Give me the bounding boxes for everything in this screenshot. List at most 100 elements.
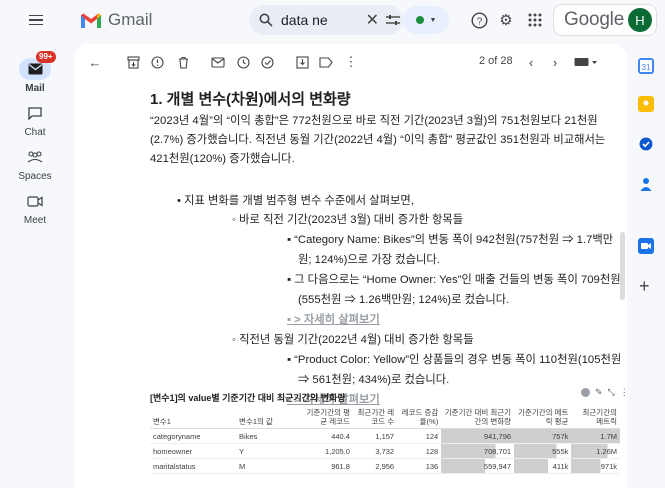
report-spam-icon[interactable] (147, 52, 167, 72)
active-status-dot (415, 16, 424, 24)
more-vertical-icon[interactable]: ⋮ (341, 52, 361, 72)
table-header-row: 변수1 변수1의 값 기준기간의 평균 레코드 최근기간 레코드 수 레코드 증… (150, 406, 620, 429)
cell-recent-records: 3,732 (352, 443, 398, 459)
delete-trash-icon[interactable] (173, 52, 193, 72)
cell-record-change-pct: 124 (397, 428, 442, 444)
cell-base-avg-records: 1,205.0 (297, 443, 353, 459)
section-heading: 1. 개별 변수(차원)에서의 변화량 (150, 91, 351, 108)
item-yellow-line1: ▪ “Product Color: Yellow”인 상품들의 경우 변동 폭이… (287, 354, 622, 366)
data-table: 변수1 변수1의 값 기준기간의 평균 레코드 최근기간 레코드 수 레코드 증… (150, 406, 620, 474)
main-menu-button[interactable] (24, 8, 48, 32)
nav-label-spaces: Spaces (18, 171, 52, 182)
chat-icon (19, 102, 51, 124)
keep-notes-icon[interactable] (638, 96, 654, 112)
label-tag-icon[interactable] (316, 52, 336, 72)
svg-text:?: ? (476, 16, 482, 27)
cell-var1: categoryname (150, 428, 237, 444)
cell-recent-records: 2,956 (352, 458, 398, 474)
gmail-logo[interactable]: Gmail (80, 10, 152, 30)
nav-item-spaces[interactable]: Spaces (0, 146, 70, 182)
col-header-record-change-pct[interactable]: 레코드 증감율(%) (397, 406, 442, 429)
google-account-box[interactable]: Google H (553, 4, 657, 36)
table-row: homeowner Y 1,205.0 3,732 128 708,701 55… (150, 443, 620, 459)
item-bikes-line2: 원; 124%)으로 가장 컸습니다. (298, 254, 440, 266)
nav-label-chat: Chat (24, 127, 46, 138)
col-header-recent-metric[interactable]: 최근기간의 메트릭 (571, 406, 620, 429)
apps-grid-icon[interactable] (525, 10, 545, 30)
table-row: categoryname Bikes 440.4 1,157 124 941,7… (150, 428, 620, 444)
avatar[interactable]: H (628, 8, 652, 32)
col-header-change-amount[interactable]: 기준기간 대비 최근기간의 변화량 (441, 406, 515, 429)
input-tools-keyboard-icon[interactable] (571, 52, 601, 72)
table-title: [변수1]의 value별 기준기간 대비 최근기간의 변화량 (150, 393, 346, 403)
search-box[interactable]: data ne ✕ (249, 5, 383, 35)
cell-var1: homeowner (150, 443, 237, 459)
help-icon[interactable]: ? (469, 10, 489, 30)
nav-item-chat[interactable]: Chat (0, 102, 70, 138)
chevron-down-icon: ▼ (429, 16, 437, 24)
settings-gear-icon[interactable]: ⚙ (496, 10, 516, 30)
cell-var1-value: Bikes (236, 428, 298, 444)
calendar-icon[interactable]: 31 (638, 58, 654, 74)
pagination-text: 2 of 28 (479, 55, 513, 67)
col-header-var1-value[interactable]: 변수1의 값 (236, 406, 298, 429)
col-header-base-avg-records[interactable]: 기준기간의 평균 레코드 (297, 406, 353, 429)
cell-record-change-pct: 136 (397, 458, 442, 474)
cell-var1: maritalstatus (150, 458, 237, 474)
col-header-var1[interactable]: 변수1 (150, 406, 237, 429)
cell-base-metric-avg: 555k (514, 443, 572, 459)
move-to-icon[interactable] (292, 52, 312, 72)
mark-unread-icon[interactable] (208, 52, 228, 72)
search-icon[interactable] (259, 13, 273, 27)
sub-bullet-yoy: ◦ 직전년 동월 기간(2022년 4월) 대비 증가한 항목들 (232, 334, 474, 346)
col-header-base-metric-avg[interactable]: 기준기간의 메트릭 평균 (514, 406, 572, 429)
item-homeowner-line2: (555천원 ⇒ 1.26백만원; 124%)로 컸습니다. (298, 294, 510, 306)
search-input[interactable]: data ne (281, 12, 358, 28)
snooze-clock-icon[interactable] (233, 52, 253, 72)
video-camera-icon (19, 190, 51, 212)
email-toolbar: ← ⋮ 2 of 28 ‹ › (75, 44, 627, 80)
cell-change-amount: 708,701 (441, 443, 515, 459)
more-vertical-icon[interactable]: ⋮ (620, 387, 627, 398)
item-yellow-line2: ⇒ 561천원; 434%)로 컸습니다. (298, 374, 450, 386)
cell-var1-value: M (236, 458, 298, 474)
filter-icon (386, 15, 400, 25)
cell-recent-metric: 1.7M (571, 428, 620, 444)
info-circle-icon[interactable] (581, 388, 590, 397)
cell-change-amount: 559,947 (441, 458, 515, 474)
cell-recent-metric: 971k (571, 458, 620, 474)
cell-base-avg-records: 961.8 (297, 458, 353, 474)
detail-link-1[interactable]: ▪ > 자세히 살펴보기 (287, 311, 380, 330)
table-row: maritalstatus M 961.8 2,956 136 559,947 … (150, 458, 620, 474)
magic-edit-icon[interactable]: ✎ (595, 387, 603, 398)
cell-base-avg-records: 440.4 (297, 428, 353, 444)
archive-icon[interactable] (123, 52, 143, 72)
nav-label-mail: Mail (25, 83, 45, 94)
spaces-people-icon (19, 146, 51, 168)
col-header-recent-records[interactable]: 최근기간 레코드 수 (352, 406, 398, 429)
tasks-icon[interactable] (638, 136, 654, 152)
older-chevron-right-icon[interactable]: › (545, 52, 565, 72)
cell-var1-value: Y (236, 443, 298, 459)
get-addons-plus-icon[interactable]: + (639, 276, 650, 297)
nav-item-mail[interactable]: 99+ Mail (0, 51, 70, 94)
table-tools: ✎ ⤡ ⋮ (581, 387, 627, 398)
gmail-m-icon (81, 13, 101, 28)
clear-search-icon[interactable]: ✕ (366, 10, 379, 30)
cell-base-metric-avg: 411k (514, 458, 572, 474)
scrollbar-thumb[interactable] (620, 232, 625, 300)
contacts-icon[interactable] (638, 176, 654, 192)
cell-recent-records: 1,157 (352, 428, 398, 444)
item-homeowner-line1: ▪ 그 다음으로는 “Home Owner: Yes”인 매출 건들의 변동 폭… (287, 274, 621, 286)
search-options-button[interactable] (383, 5, 403, 35)
bullet-level1: • 지표 변화를 개별 범주형 변수 수준에서 살펴보면, (177, 195, 414, 207)
newer-chevron-left-icon[interactable]: ‹ (521, 52, 541, 72)
nav-item-meet[interactable]: Meet (0, 190, 70, 226)
add-task-icon[interactable] (258, 52, 278, 72)
sub-bullet-mom: ◦ 바로 직전 기간(2023년 3월) 대비 증가한 항목들 (232, 214, 464, 226)
summary-paragraph: “2023년 4월”의 “이익 총합”은 772천원으로 바로 직전 기간(20… (150, 115, 606, 165)
zoom-app-icon[interactable] (638, 238, 654, 254)
fullscreen-icon[interactable]: ⤡ (608, 387, 615, 398)
status-indicator-button[interactable]: ▼ (403, 6, 449, 34)
back-arrow-icon[interactable]: ← (85, 52, 105, 72)
